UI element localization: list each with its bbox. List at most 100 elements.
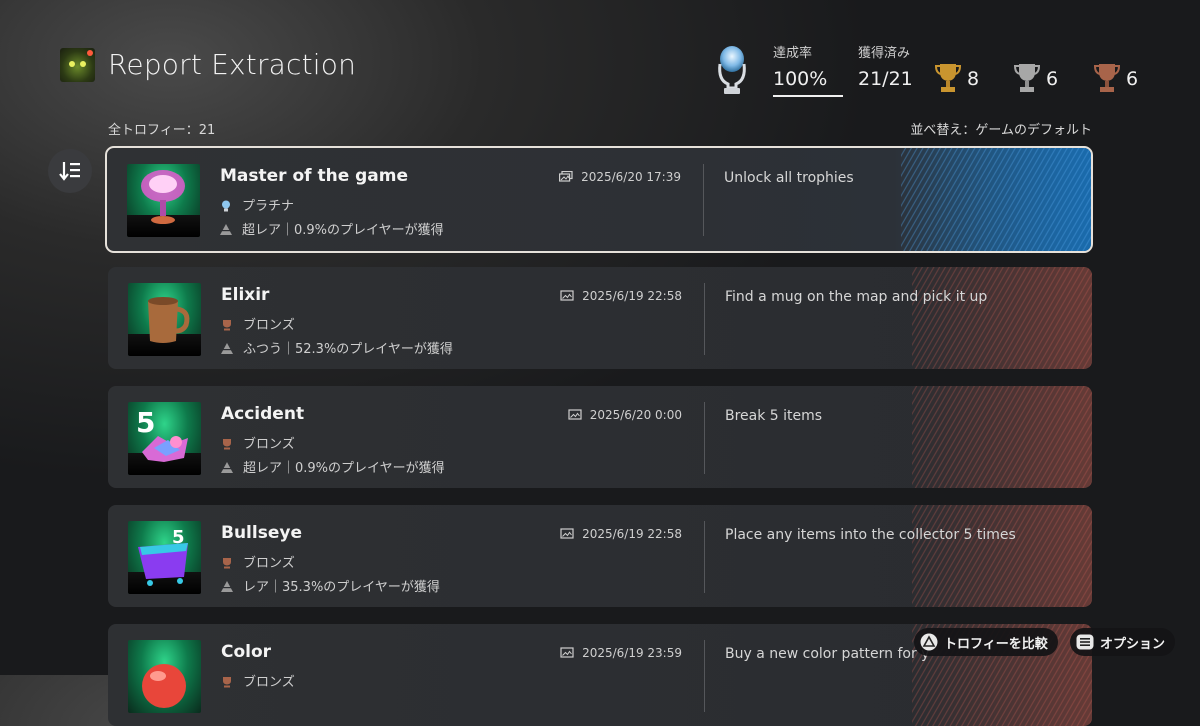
trophy-rarity-label: 超レア｜0.9%のプレイヤーが獲得 [242, 223, 444, 238]
trophy-grade-label: ブロンズ [243, 675, 295, 690]
compare-trophies-label: トロフィーを比較 [944, 636, 1048, 652]
earned-label: 獲得済み [858, 46, 911, 61]
game-icon-eye-left [69, 61, 75, 67]
collector-cart-icon: 5 [138, 527, 188, 586]
trophy-rarity-label: 超レア｜0.9%のプレイヤーが獲得 [243, 461, 445, 476]
total-trophies: 全トロフィー：21 [108, 123, 216, 138]
gold-count: 8 [967, 68, 980, 90]
trophy-rarity-label: レア｜35.3%のプレイヤーが獲得 [243, 580, 440, 595]
trophy-earned-date: 2025/6/19 22:58 [560, 289, 682, 303]
notification-dot [87, 50, 93, 56]
bronze-grade-icon [223, 439, 231, 450]
game-icon [60, 48, 95, 82]
trophy-grade-label: プラチナ [242, 199, 295, 214]
silver-count: 6 [1046, 68, 1059, 90]
trophy-date-label: 2025/6/20 17:39 [581, 170, 681, 184]
triangle-button-icon [920, 633, 938, 651]
trophy-date-label: 2025/6/19 22:58 [582, 289, 682, 303]
trophy-grade: ブロンズ [221, 552, 295, 571]
trophy-date-label: 2025/6/20 0:00 [589, 408, 682, 422]
options-label: オプション [1100, 636, 1166, 652]
screenshot-icon [560, 528, 574, 539]
screenshot-icon [560, 290, 574, 301]
card-divider [703, 164, 704, 236]
completion-value: 100% [773, 68, 828, 90]
card-divider [704, 402, 705, 474]
trophy-earned-date: 2025/6/19 22:58 [560, 527, 682, 541]
trophy-grade: プラチナ [220, 195, 294, 214]
game-icon-eye-right [80, 61, 86, 67]
trophy-card[interactable]: 5 Bullseye ブロンズ レア｜35.3%のプレイヤーが獲得 2025/6… [108, 505, 1092, 607]
compare-trophies-hint[interactable]: トロフィーを比較 [914, 628, 1058, 656]
card-divider [704, 283, 705, 355]
rarity-icon [221, 462, 233, 473]
trophy-rarity-label: ふつう｜52.3%のプレイヤーが獲得 [243, 342, 453, 357]
svg-text:5: 5 [136, 406, 155, 439]
trophy-thumbnail-collector: 5 [128, 521, 201, 594]
card-pattern [901, 148, 1091, 251]
trophy-description: Find a mug on the map and pick it up [725, 289, 988, 305]
trophy-thumbnail-color [128, 640, 201, 713]
bronze-count: 6 [1126, 68, 1139, 90]
trophy-rarity: ふつう｜52.3%のプレイヤーが獲得 [221, 338, 453, 357]
trophy-thumbnail-cup [127, 164, 200, 237]
card-pattern [912, 267, 1092, 369]
crystal-cup-icon [141, 170, 185, 224]
options-button-icon [1076, 634, 1094, 650]
rarity-icon [220, 224, 232, 235]
earned-value: 21/21 [858, 68, 913, 90]
trophy-grade: ブロンズ [221, 433, 295, 452]
gold-trophy-icon [935, 64, 961, 92]
mug-icon [148, 297, 190, 343]
sort-icon [59, 162, 80, 181]
completion-progress-bar [773, 95, 843, 97]
rarity-icon [221, 343, 233, 354]
trophy-name: Color [221, 642, 272, 662]
color-ball-icon [142, 664, 186, 708]
rarity-icon [221, 581, 233, 592]
platinum-trophy-icon [718, 46, 746, 94]
trophy-earned-date: 2025/6/20 17:39 [559, 170, 681, 184]
card-divider [704, 521, 705, 593]
card-pattern [912, 386, 1092, 488]
platinum-grade-icon [222, 200, 230, 212]
trophy-card[interactable]: Master of the game プラチナ 超レア｜0.9%のプレイヤーが獲… [105, 146, 1093, 253]
trophy-name: Elixir [221, 285, 270, 305]
trophy-grade: ブロンズ [221, 671, 295, 690]
bronze-trophy-icon [1094, 64, 1120, 92]
trophy-rarity: レア｜35.3%のプレイヤーが獲得 [221, 576, 440, 595]
trophy-thumbnail-accident: 5 [128, 402, 201, 475]
bronze-grade-icon [223, 320, 231, 331]
screenshot-icon [568, 409, 582, 420]
sort-order[interactable]: 並べ替え：ゲームのデフォルト [910, 119, 1092, 138]
card-pattern [912, 505, 1092, 607]
trophy-description: Unlock all trophies [724, 170, 854, 186]
trophy-grade-label: ブロンズ [243, 318, 295, 333]
trophy-name: Bullseye [221, 523, 302, 543]
silver-trophy-icon [1014, 64, 1040, 92]
trophy-date-label: 2025/6/19 23:59 [582, 646, 682, 660]
completion-label: 達成率 [773, 46, 813, 61]
trophy-grade-label: ブロンズ [243, 437, 295, 452]
trophy-earned-date: 2025/6/20 0:00 [568, 408, 682, 422]
trophy-card[interactable]: Elixir ブロンズ ふつう｜52.3%のプレイヤーが獲得 2025/6/19… [108, 267, 1092, 369]
broken-items-icon: 5 [136, 406, 188, 462]
trophy-name: Master of the game [220, 166, 409, 186]
trophy-description: Break 5 items [725, 408, 823, 424]
page-title: Report Extraction [108, 48, 357, 81]
trophy-thumbnail-mug [128, 283, 201, 356]
trophy-rarity: 超レア｜0.9%のプレイヤーが獲得 [220, 219, 444, 238]
trophy-card[interactable]: 5 Accident ブロンズ 超レア｜0.9%のプレイヤーが獲得 2025/6… [108, 386, 1092, 488]
screenshot-icon [560, 647, 574, 658]
screenshots-icon [559, 171, 573, 182]
trophy-grade: ブロンズ [221, 314, 295, 333]
card-divider [704, 640, 705, 712]
trophy-grade-label: ブロンズ [243, 556, 295, 571]
trophy-rarity: 超レア｜0.9%のプレイヤーが獲得 [221, 457, 445, 476]
trophy-description: Buy a new color pattern for y [725, 646, 930, 662]
sort-button[interactable] [48, 149, 92, 193]
trophy-date-label: 2025/6/19 22:58 [582, 527, 682, 541]
options-hint[interactable]: オプション [1070, 628, 1176, 656]
bronze-grade-icon [223, 558, 231, 569]
bronze-grade-icon [223, 677, 231, 688]
